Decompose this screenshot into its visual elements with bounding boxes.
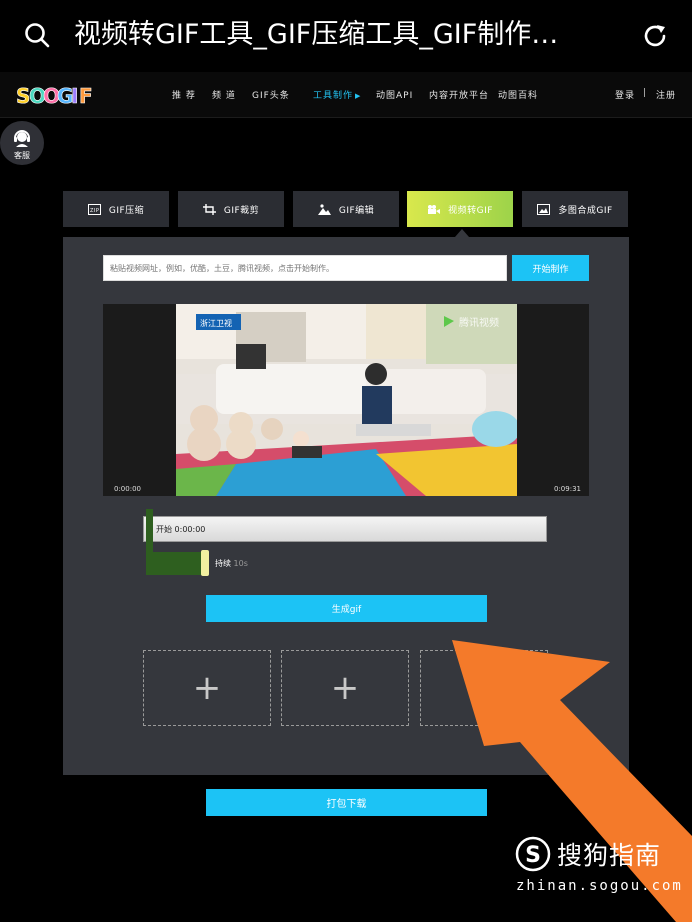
play-icon: ▶ <box>355 92 362 100</box>
tab-label: GIF裁剪 <box>223 205 260 216</box>
headset-icon <box>14 130 30 147</box>
gif-slot-3[interactable]: + <box>420 650 548 726</box>
video-url-input[interactable] <box>103 255 507 281</box>
nav-api[interactable]: 动图API <box>376 88 413 101</box>
site-nav: S O O G I F 推 荐 频 道 GIF头条 工具制作 ▶ 动图API 内容… <box>0 72 692 118</box>
zip-icon: ZIP <box>87 203 101 215</box>
tab-video-to-gif[interactable]: 视频转GIF <box>407 191 513 227</box>
svg-text:I: I <box>71 84 78 107</box>
nav-recommend[interactable]: 推 荐 <box>172 88 196 101</box>
images-icon <box>537 203 551 215</box>
tab-label: GIF编辑 <box>338 205 375 216</box>
video-start-time: 0:00:00 <box>114 485 141 493</box>
nav-headlines[interactable]: GIF头条 <box>252 88 290 101</box>
nav-tools[interactable]: 工具制作 ▶ <box>313 88 361 101</box>
tool-panel: 开始制作 浙江卫视 <box>63 237 629 775</box>
image-edit-icon <box>317 203 331 215</box>
tab-label: 视频转GIF <box>448 205 493 216</box>
generate-gif-button[interactable]: 生成gif <box>206 595 487 622</box>
page-title: 视频转GIF工具_GIF压缩工具_GIF制作… <box>74 19 559 50</box>
gif-slot-1[interactable]: + <box>143 650 271 726</box>
svg-text:F: F <box>79 84 93 107</box>
nav-channel[interactable]: 频 道 <box>212 88 236 101</box>
video-camera-icon <box>428 204 441 214</box>
tab-gif-crop[interactable]: GIF裁剪 <box>178 191 284 227</box>
duration-handle[interactable] <box>201 550 209 576</box>
nav-encyclopedia[interactable]: 动图百科 <box>498 88 538 101</box>
pack-download-button[interactable]: 打包下载 <box>206 789 487 816</box>
svg-text:ZIP: ZIP <box>90 208 99 214</box>
watermark: S 搜狗指南 <box>515 834 661 874</box>
search-icon[interactable] <box>24 22 50 48</box>
tab-gif-edit[interactable]: GIF编辑 <box>293 191 399 227</box>
tab-gif-compress[interactable]: ZIP GIF压缩 <box>63 191 169 227</box>
watermark-url: zhinan.sogou.com <box>516 878 683 894</box>
svg-text:S: S <box>525 843 541 868</box>
video-player[interactable]: 浙江卫视 腾讯视频 0:00:00 0:09:31 <box>103 304 589 496</box>
crop-icon <box>202 203 216 215</box>
duration-bar <box>146 552 204 575</box>
duration-label: 持续 10s <box>215 558 248 569</box>
video-frame: 浙江卫视 腾讯视频 <box>176 304 517 496</box>
browser-toolbar: 视频转GIF工具_GIF压缩工具_GIF制作… <box>0 0 692 72</box>
login-link[interactable]: 登录 <box>615 88 635 101</box>
nav-open-platform[interactable]: 内容开放平台 <box>429 88 489 101</box>
gif-slot-2[interactable]: + <box>281 650 409 726</box>
tab-label: 多图合成GIF <box>558 205 613 216</box>
duration-value: 10s <box>233 559 248 568</box>
active-tab-pointer <box>455 229 469 237</box>
register-link[interactable]: 注册 <box>656 88 676 101</box>
video-end-time: 0:09:31 <box>554 485 581 493</box>
nav-tools-label: 工具制作 <box>313 91 354 101</box>
video-overlay-right: 腾讯视频 <box>459 316 499 329</box>
duration-label-text: 持续 <box>215 559 231 568</box>
sogou-logo-icon: S <box>515 836 551 872</box>
soogif-logo[interactable]: S O O G I F <box>16 83 96 107</box>
start-button[interactable]: 开始制作 <box>512 255 589 281</box>
tab-multi-image-gif[interactable]: 多图合成GIF <box>522 191 628 227</box>
range-start-label: 开始 0:00:00 <box>156 525 206 534</box>
nav-separator: | <box>643 88 647 98</box>
customer-service-label: 客服 <box>14 151 30 160</box>
tool-tabs: ZIP GIF压缩 GIF裁剪 GIF编辑 视频转GIF 多图合成GIF <box>63 191 629 227</box>
video-overlay-left: 浙江卫视 <box>200 318 232 328</box>
watermark-text: 搜狗指南 <box>557 841 662 870</box>
tab-label: GIF压缩 <box>108 205 145 216</box>
customer-service-button[interactable]: 客服 <box>0 121 44 165</box>
range-slider-track[interactable]: 开始 0:00:00 <box>143 516 547 542</box>
reload-icon[interactable] <box>641 22 669 50</box>
